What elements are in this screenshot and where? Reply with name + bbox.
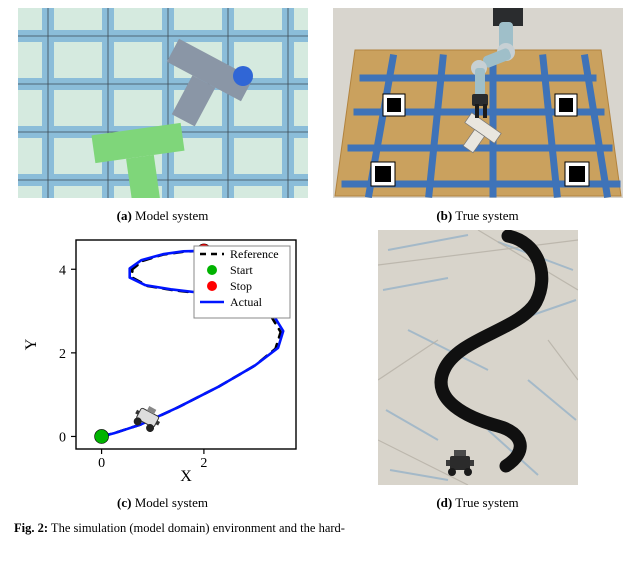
panel-c: 0 2 0 2 4 X Y Reference Start Stop Actual: [14, 230, 311, 485]
true-system-robot-image: [333, 8, 623, 198]
pusher-dot: [233, 66, 253, 86]
subcaption-d: (d) True system: [329, 491, 626, 511]
panel-b: [329, 8, 626, 198]
svg-text:Start: Start: [230, 263, 253, 277]
subcaption-b: (b) True system: [329, 204, 626, 224]
model-system-sim-image: [18, 8, 308, 198]
subcaption-a-tag: (a): [117, 208, 132, 223]
subcaption-d-tag: (d): [436, 495, 452, 510]
subcaption-c-tag: (c): [117, 495, 131, 510]
subcaption-d-text: True system: [452, 495, 518, 510]
figure-caption: Fig. 2: The simulation (model domain) en…: [14, 511, 626, 536]
subcaption-a: (a) Model system: [14, 204, 311, 224]
svg-text:X: X: [180, 468, 192, 485]
figure-caption-text: The simulation (model domain) environmen…: [48, 521, 345, 535]
svg-text:Actual: Actual: [230, 295, 263, 309]
subcaption-c-text: Model system: [131, 495, 208, 510]
svg-text:Y: Y: [23, 338, 40, 350]
svg-text:Reference: Reference: [230, 247, 279, 261]
trajectory-chart: 0 2 0 2 4 X Y Reference Start Stop Actual: [18, 230, 308, 485]
subcaption-b-text: True system: [452, 208, 518, 223]
true-system-rope-image: [378, 230, 578, 485]
svg-text:Stop: Stop: [230, 279, 252, 293]
subcaption-a-text: Model system: [132, 208, 209, 223]
figure-caption-tag: Fig. 2:: [14, 521, 48, 535]
svg-text:4: 4: [59, 263, 66, 278]
panel-a: [14, 8, 311, 198]
svg-text:0: 0: [59, 430, 66, 445]
svg-text:2: 2: [59, 347, 66, 362]
subcaption-b-tag: (b): [436, 208, 452, 223]
subcaption-c: (c) Model system: [14, 491, 311, 511]
panel-d: [329, 230, 626, 485]
svg-text:2: 2: [200, 456, 207, 471]
svg-text:0: 0: [98, 456, 105, 471]
